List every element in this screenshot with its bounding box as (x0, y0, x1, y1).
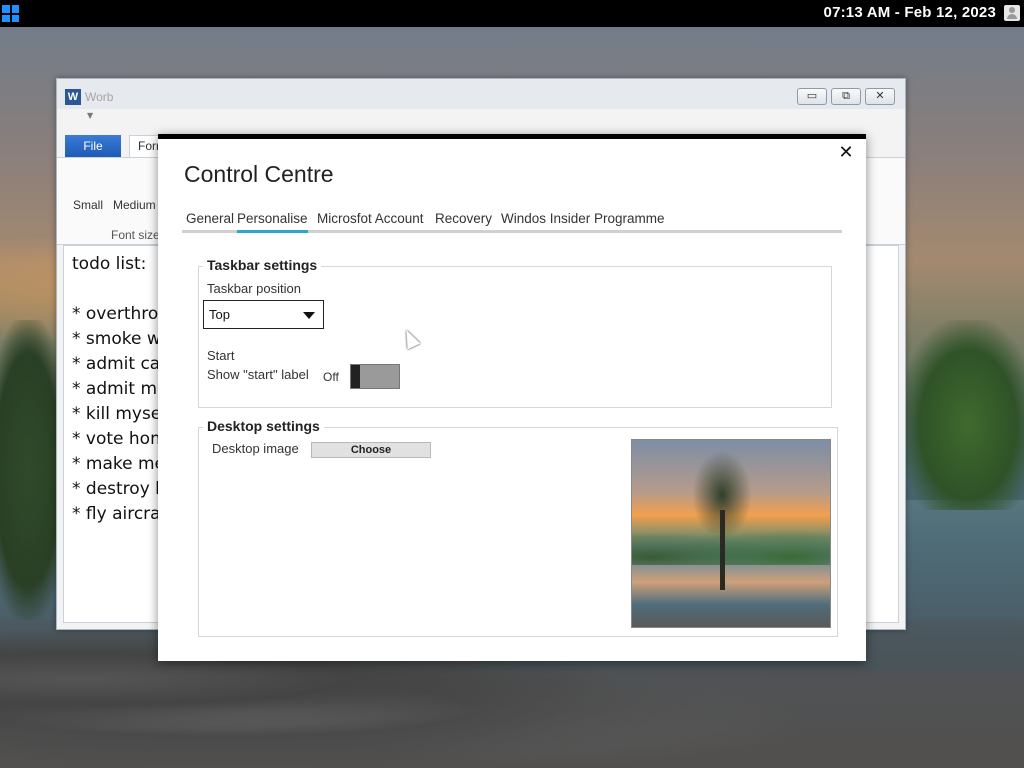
clock: 07:13 AM - Feb 12, 2023 (823, 4, 996, 21)
word-title: Worb (85, 90, 114, 104)
desktop-settings-legend: Desktop settings (203, 418, 324, 434)
document-line: * vote hom (72, 429, 167, 449)
wallpaper-tree-right (900, 320, 1024, 510)
document-line: * overthrov (72, 304, 169, 324)
word-titlebar[interactable]: W Worb ▼ ▭ ⧉ ✕ (57, 79, 905, 120)
document-line: * kill mysel (72, 404, 166, 424)
desktop-image-label: Desktop image (212, 441, 299, 456)
maximize-button[interactable]: ⧉ (831, 88, 861, 105)
document-line: * fly aircraf (72, 504, 167, 524)
tab-general[interactable]: General (186, 211, 234, 226)
word-app-icon: W (65, 89, 81, 105)
ribbon-group-label: Font size (111, 228, 160, 242)
start-label: Start (207, 348, 235, 363)
taskbar-position-label: Taskbar position (207, 281, 301, 296)
show-start-toggle[interactable] (350, 364, 400, 389)
close-icon[interactable]: ✕ (836, 143, 856, 163)
toggle-state-label: Off (323, 370, 339, 384)
taskbar-position-value: Top (209, 307, 230, 322)
choose-image-button[interactable]: Choose (311, 442, 431, 458)
tab-bar: General Personalise Microsfot Account Re… (182, 207, 842, 233)
preview-trunk (720, 510, 725, 590)
show-start-label: Show "start" label (207, 367, 309, 382)
document-line: * smoke we (72, 329, 172, 349)
taskbar-top: 07:13 AM - Feb 12, 2023 (0, 0, 1024, 27)
tab-recovery[interactable]: Recovery (435, 211, 492, 226)
control-centre-dialog: ✕ Control Centre General Personalise Mic… (158, 134, 866, 661)
tab-microsoft-account[interactable]: Microsfot Account (317, 211, 424, 226)
dialog-title: Control Centre (184, 161, 334, 187)
tab-insider-programme[interactable]: Windos Insider Programme (501, 211, 665, 226)
document-line: todo list: (72, 254, 147, 274)
chevron-down-icon (303, 312, 315, 319)
tab-file[interactable]: File (65, 135, 121, 157)
document-line: * make me (72, 454, 166, 474)
minimize-button[interactable]: ▭ (797, 88, 827, 105)
document-line: * admit car (72, 354, 168, 374)
user-icon[interactable] (1004, 5, 1020, 21)
quick-access-dropdown-icon[interactable]: ▼ (87, 111, 93, 120)
windows-logo-icon[interactable] (2, 5, 19, 22)
taskbar-position-select[interactable]: Top (203, 300, 324, 329)
font-size-medium-button[interactable]: Medium (113, 198, 156, 212)
document-line: * admit me (72, 379, 168, 399)
document-line: * destroy b (72, 479, 166, 499)
tab-personalise[interactable]: Personalise (237, 211, 308, 233)
close-button[interactable]: ✕ (865, 88, 895, 105)
taskbar-settings-legend: Taskbar settings (203, 257, 322, 273)
font-size-small-button[interactable]: Small (73, 198, 103, 212)
desktop-image-preview (631, 439, 831, 628)
toggle-knob (351, 365, 360, 388)
